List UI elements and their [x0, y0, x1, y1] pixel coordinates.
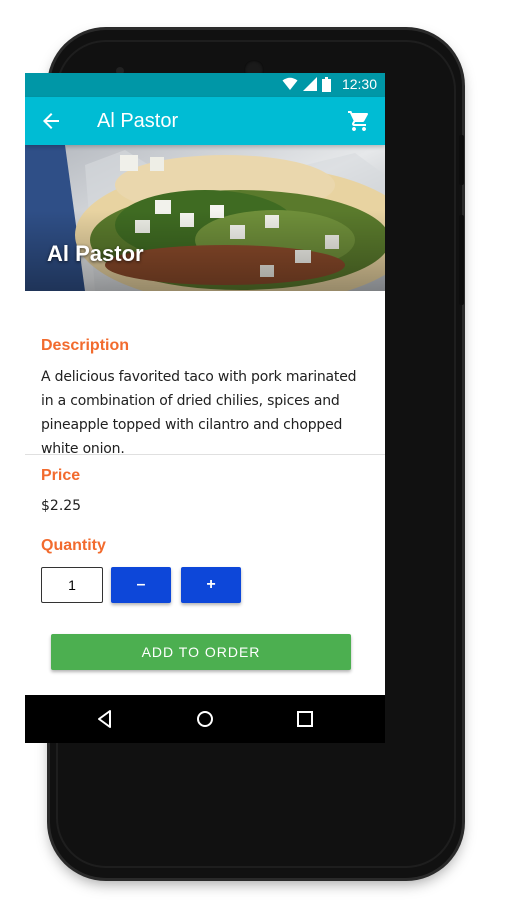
section-divider [25, 454, 385, 455]
back-triangle-icon [98, 710, 111, 728]
cart-button[interactable] [347, 109, 371, 133]
home-circle-icon [197, 711, 213, 727]
description-heading: Description [41, 337, 130, 354]
increment-button[interactable]: + [181, 567, 241, 603]
navigation-bar [25, 695, 385, 743]
nav-recents-button[interactable] [293, 707, 317, 731]
nav-back-button[interactable] [93, 707, 117, 731]
shopping-cart-icon [348, 111, 369, 131]
power-button [459, 135, 464, 185]
quantity-field[interactable]: 1 [41, 567, 103, 603]
arrow-back-icon [43, 113, 59, 129]
battery-icon [321, 76, 331, 92]
description-text: A delicious favorited taco with pork mar… [41, 369, 357, 457]
volume-button [459, 215, 464, 305]
page-title: Al Pastor [97, 110, 179, 132]
taco-photo [25, 145, 385, 291]
app-bar: Al Pastor [25, 97, 385, 145]
app-screen: 12:30 Al Pastor Al Pastor Description A … [25, 73, 385, 739]
hero-image: Al Pastor [25, 145, 385, 291]
recents-square-icon [297, 711, 313, 727]
price-heading: Price [41, 467, 81, 484]
price-value: $2.25 [41, 498, 82, 514]
hero-title: Al Pastor [47, 241, 144, 266]
nav-home-button[interactable] [193, 707, 217, 731]
decrement-button[interactable]: – [111, 567, 171, 603]
add-to-order-button[interactable]: ADD TO ORDER [51, 634, 351, 670]
status-bar: 12:30 [25, 73, 385, 97]
signal-icon [302, 77, 317, 91]
back-button[interactable] [39, 109, 63, 133]
wifi-icon [282, 77, 298, 90]
status-time: 12:30 [341, 76, 377, 92]
quantity-heading: Quantity [41, 537, 106, 554]
